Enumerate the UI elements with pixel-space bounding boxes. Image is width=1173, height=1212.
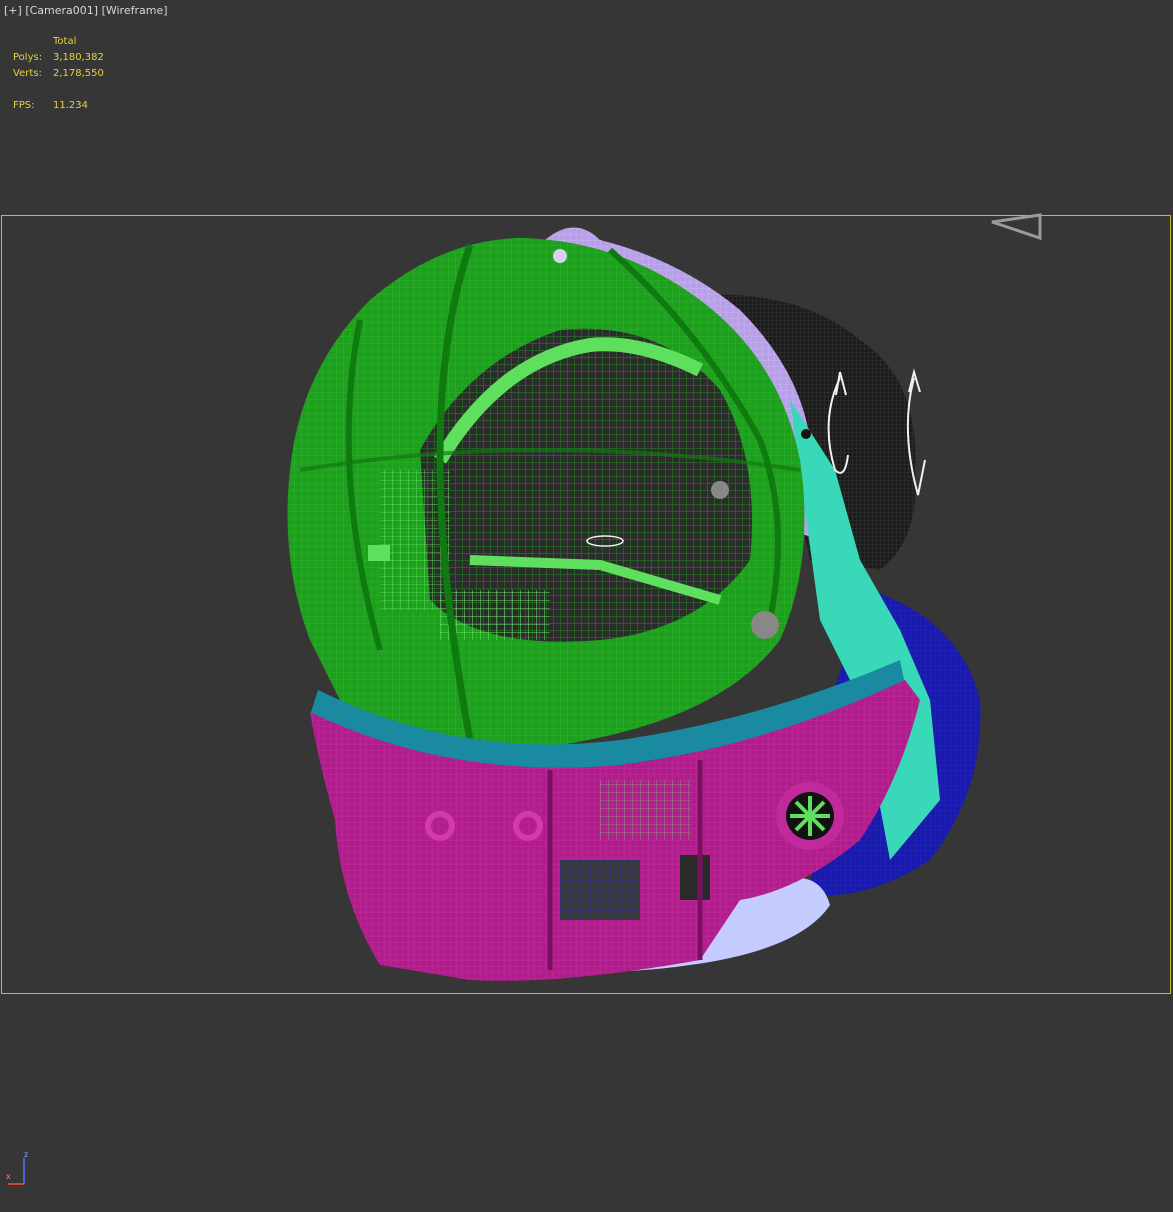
camera-target-gizmo[interactable] — [991, 213, 1042, 241]
collar-panel — [680, 855, 710, 900]
air-valve-icon — [776, 782, 844, 850]
axis-z-label: z — [24, 1150, 29, 1159]
axis-x-label: x — [6, 1172, 11, 1181]
bolt-icon — [553, 249, 567, 263]
bolt-icon — [711, 481, 729, 499]
bolt-icon — [801, 429, 811, 439]
helmet-wireframe-model[interactable] — [0, 0, 1173, 1212]
bolt-icon — [751, 611, 779, 639]
latch — [368, 545, 390, 561]
